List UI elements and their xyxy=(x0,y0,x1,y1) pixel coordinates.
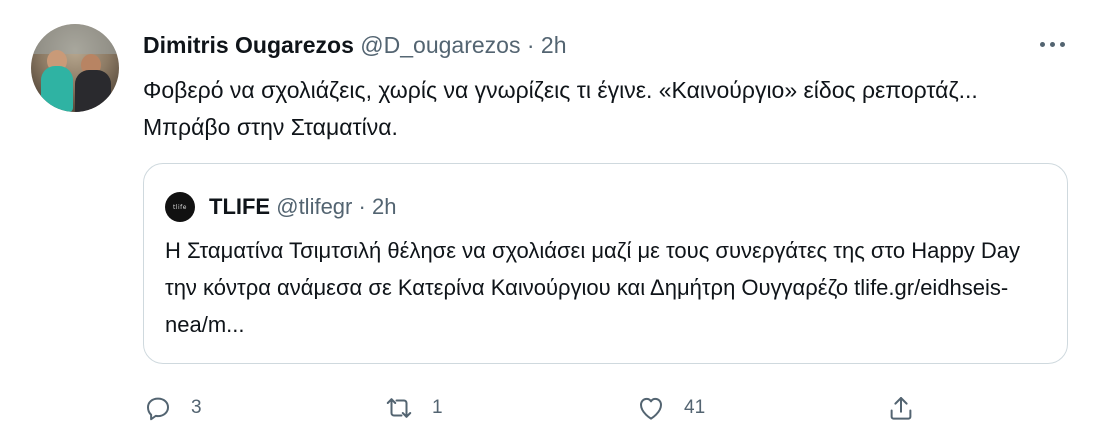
more-dot xyxy=(1059,41,1065,47)
quoted-author-avatar[interactable]: tlife xyxy=(165,192,195,222)
author-handle[interactable]: @D_ougarezos xyxy=(360,32,520,58)
more-dot xyxy=(1039,41,1045,47)
reply-button[interactable]: 3 xyxy=(143,388,202,428)
tweet-text: Φοβερό να σχολιάζεις, χωρίς να γνωρίζεις… xyxy=(143,77,978,140)
retweet-button[interactable]: 1 xyxy=(384,388,443,428)
quoted-tweet-time[interactable]: 2h xyxy=(372,194,396,219)
tweet-header: Dimitris Ougarezos @D_ougarezos · 2h xyxy=(143,30,567,60)
author-avatar[interactable] xyxy=(31,24,119,112)
quoted-author-name[interactable]: TLIFE xyxy=(209,194,270,219)
retweet-count: 1 xyxy=(432,397,443,418)
author-name[interactable]: Dimitris Ougarezos xyxy=(143,32,354,58)
separator-dot: · xyxy=(358,194,366,219)
like-button[interactable]: 41 xyxy=(636,388,705,428)
share-icon xyxy=(890,397,912,420)
avatar-figure xyxy=(75,70,111,112)
quoted-tweet[interactable]: tlife TLIFE @tlifegr · 2h Η Σταματίνα Τσ… xyxy=(143,163,1068,364)
more-dot xyxy=(1049,41,1055,47)
quoted-tweet-text: Η Σταματίνα Τσιμτσιλή θέλησε να σχολιάσε… xyxy=(165,238,1021,337)
tweet-time[interactable]: 2h xyxy=(541,32,567,58)
like-icon xyxy=(640,397,662,420)
avatar-background xyxy=(31,24,119,54)
share-button[interactable] xyxy=(886,388,916,428)
like-count: 41 xyxy=(684,397,706,418)
avatar-figure xyxy=(41,66,73,112)
quoted-tweet-header: TLIFE @tlifegr · 2h xyxy=(209,192,396,222)
tweet-actions: 3 1 41 xyxy=(0,388,1100,428)
retweet-icon xyxy=(386,398,412,418)
more-icon[interactable] xyxy=(1032,34,1072,54)
separator-dot: · xyxy=(526,32,535,58)
reply-icon xyxy=(147,397,169,421)
quoted-author-handle[interactable]: @tlifegr xyxy=(276,194,352,219)
reply-count: 3 xyxy=(191,397,202,418)
